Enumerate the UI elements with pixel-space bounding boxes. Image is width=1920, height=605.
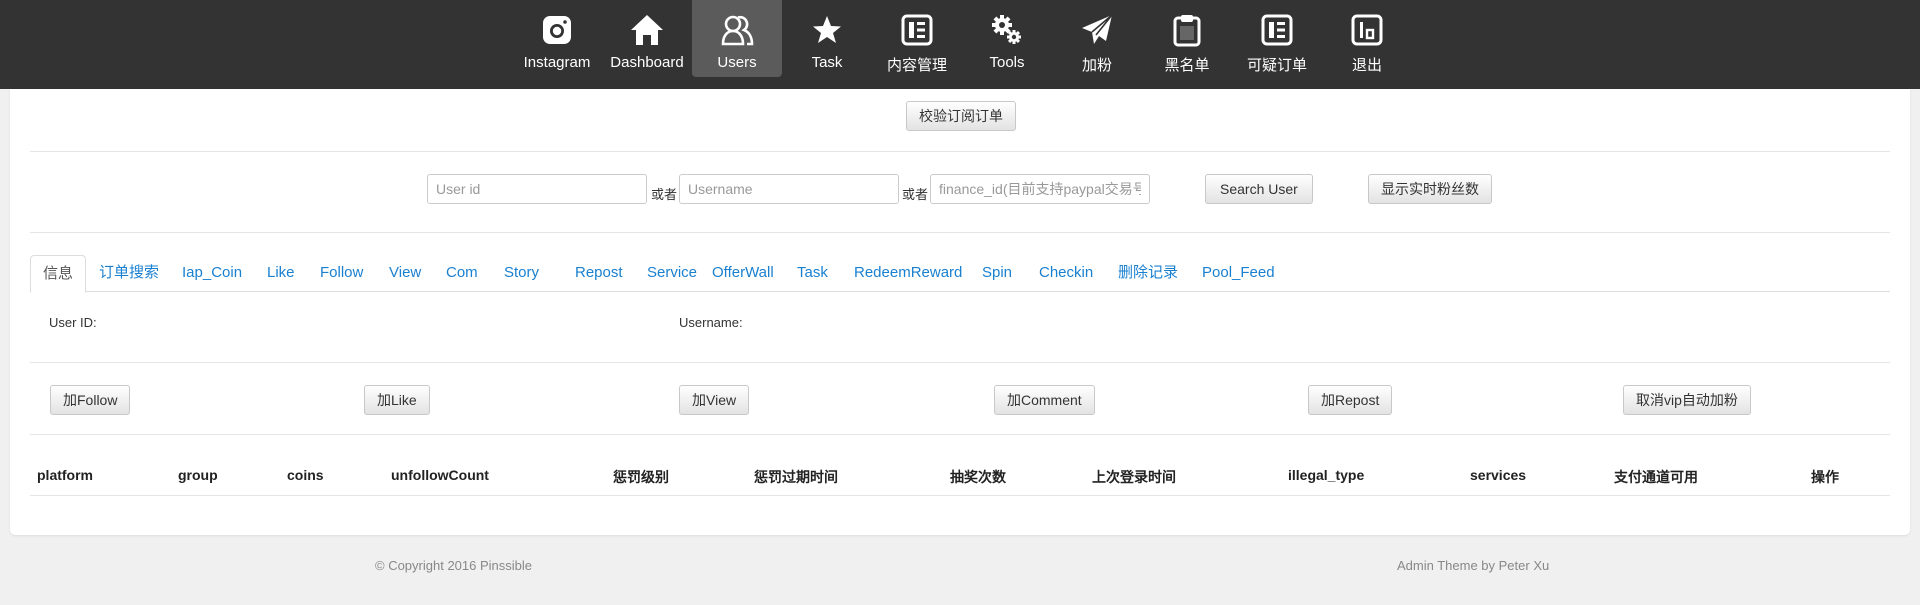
nav-item-task[interactable]: Task <box>782 0 872 77</box>
username-input[interactable] <box>679 174 899 204</box>
nav-item-content[interactable]: 内容管理 <box>872 0 962 77</box>
home-icon <box>630 13 664 47</box>
nav-item-logout[interactable]: 退出 <box>1322 0 1412 77</box>
tab-repost[interactable]: Repost <box>575 255 623 292</box>
nav-label: 可疑订单 <box>1246 57 1307 74</box>
tab-task[interactable]: Task <box>797 255 828 292</box>
tab-pool-feed[interactable]: Pool_Feed <box>1202 255 1275 292</box>
star-icon <box>810 13 844 47</box>
gears-icon <box>990 13 1024 47</box>
nav-item-add-fans[interactable]: 加粉 <box>1052 0 1142 77</box>
tab-spin[interactable]: Spin <box>982 255 1012 292</box>
tab-service[interactable]: Service <box>647 255 697 292</box>
username-label: Username: <box>679 315 743 330</box>
tab-like[interactable]: Like <box>267 255 295 292</box>
search-user-button[interactable]: Search User <box>1205 174 1313 204</box>
add-like-button[interactable]: 加Like <box>364 385 430 415</box>
column-header: 上次登录时间 <box>1092 469 1176 485</box>
column-header: illegal_type <box>1288 467 1365 483</box>
tab-redeem-reward[interactable]: RedeemReward <box>854 255 962 292</box>
tab-delete-records[interactable]: 删除记录 <box>1118 255 1178 292</box>
send-icon <box>1080 13 1114 47</box>
nav-label: Task <box>811 54 843 71</box>
top-navbar: Instagram Dashboard Users Task 内容管理 Tool… <box>0 0 1920 89</box>
column-header: 惩罚级别 <box>613 469 669 485</box>
column-header: 支付通道可用 <box>1614 469 1698 485</box>
user-id-label: User ID: <box>49 315 97 330</box>
nav-label: 黑名单 <box>1164 57 1210 74</box>
main-panel: 校验订阅订单 或者 或者 Search User 显示实时粉丝数 信息 订单搜索… <box>10 89 1910 535</box>
instagram-icon <box>540 13 574 47</box>
nav-label: Tools <box>989 54 1025 71</box>
add-comment-button[interactable]: 加Comment <box>994 385 1095 415</box>
divider <box>30 232 1890 233</box>
nav-item-dashboard[interactable]: Dashboard <box>602 0 692 77</box>
tab-follow[interactable]: Follow <box>320 255 363 292</box>
nav-item-blacklist[interactable]: 黑名单 <box>1142 0 1232 77</box>
column-header: group <box>178 467 218 483</box>
column-header: coins <box>287 467 324 483</box>
or-label: 或者 <box>902 187 929 202</box>
clipboard-icon <box>1170 13 1204 47</box>
theme-credit: Admin Theme by Peter Xu <box>1397 558 1550 573</box>
tab-info[interactable]: 信息 <box>30 255 87 293</box>
users-icon <box>720 13 754 47</box>
verify-subscription-button[interactable]: 校验订阅订单 <box>906 101 1016 131</box>
content-icon <box>900 13 934 47</box>
divider <box>30 151 1890 152</box>
nav-label: 内容管理 <box>886 57 947 74</box>
tab-bar: 信息 订单搜索 Iap_Coin Like Follow View Com St… <box>30 255 1890 293</box>
tab-iap-coin[interactable]: Iap_Coin <box>182 255 242 292</box>
add-follow-button[interactable]: 加Follow <box>50 385 131 415</box>
column-header: unfollowCount <box>391 467 489 483</box>
or-label: 或者 <box>651 187 678 202</box>
nav-label: Dashboard <box>610 54 684 71</box>
tab-view[interactable]: View <box>389 255 421 292</box>
column-header: 操作 <box>1811 469 1839 485</box>
copyright-text: © Copyright 2016 Pinssible <box>375 558 532 573</box>
column-header: 抽奖次数 <box>950 469 1006 485</box>
nav-item-tools[interactable]: Tools <box>962 0 1052 77</box>
nav-item-instagram[interactable]: Instagram <box>512 0 602 77</box>
divider <box>30 434 1890 435</box>
logout-icon <box>1350 13 1384 47</box>
nav-label: Instagram <box>523 54 591 71</box>
divider <box>30 362 1890 363</box>
tab-order-search[interactable]: 订单搜索 <box>99 255 159 292</box>
nav-label: 加粉 <box>1081 57 1112 74</box>
show-realtime-fans-button[interactable]: 显示实时粉丝数 <box>1368 174 1492 204</box>
tab-com[interactable]: Com <box>446 255 478 292</box>
add-repost-button[interactable]: 加Repost <box>1308 385 1393 415</box>
nav-label: 退出 <box>1351 57 1382 74</box>
column-header: 惩罚过期时间 <box>754 469 838 485</box>
user-id-input[interactable] <box>427 174 647 204</box>
column-header: services <box>1470 467 1527 483</box>
add-view-button[interactable]: 加View <box>679 385 750 415</box>
order-icon <box>1260 13 1294 47</box>
nav-label: Users <box>717 54 757 71</box>
tab-story[interactable]: Story <box>504 255 539 292</box>
cancel-vip-auto-fans-button[interactable]: 取消vip自动加粉 <box>1623 385 1751 415</box>
tab-checkin[interactable]: Checkin <box>1039 255 1093 292</box>
tab-offerwall[interactable]: OfferWall <box>712 255 774 292</box>
nav-item-suspicious-orders[interactable]: 可疑订单 <box>1232 0 1322 77</box>
finance-id-input[interactable] <box>930 174 1150 204</box>
column-header: platform <box>37 467 93 483</box>
nav-item-users[interactable]: Users <box>692 0 782 77</box>
divider <box>30 495 1890 496</box>
